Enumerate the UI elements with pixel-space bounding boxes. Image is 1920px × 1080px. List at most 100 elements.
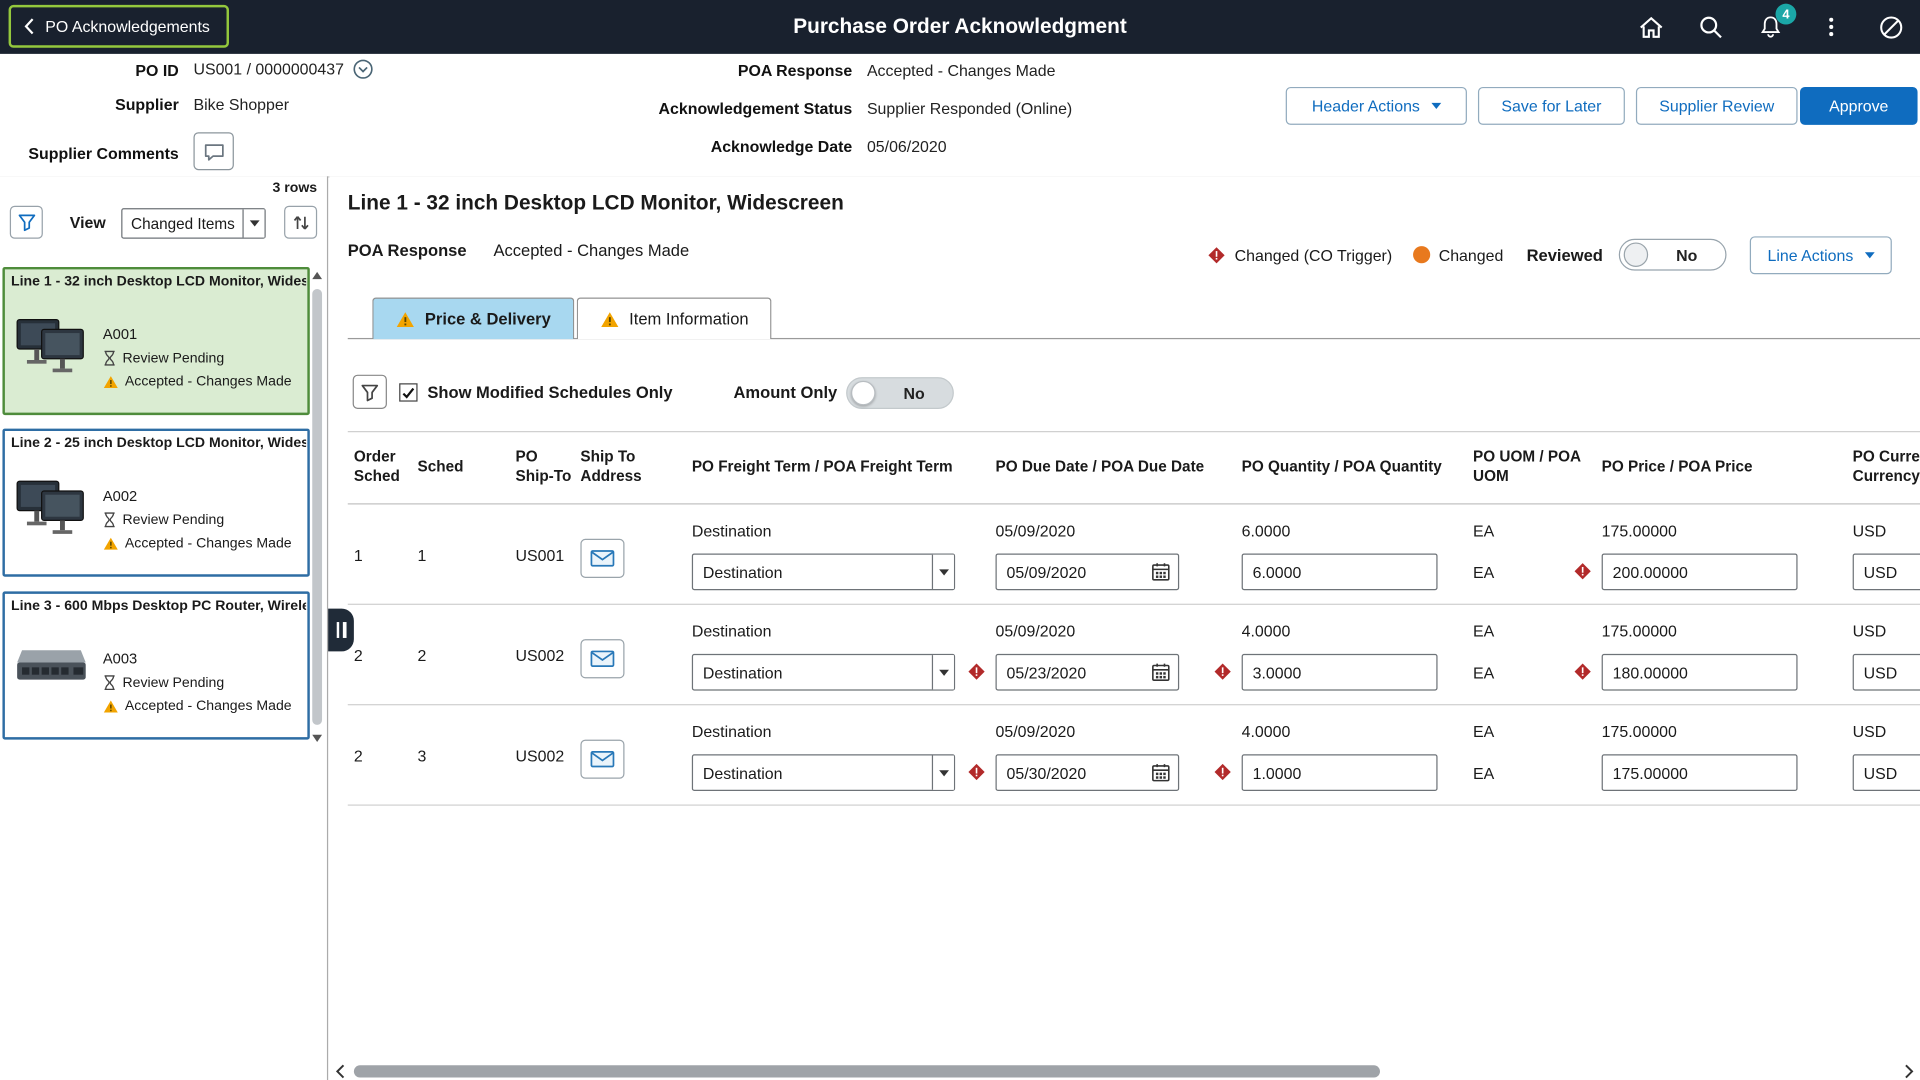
poa-price-input[interactable] bbox=[1602, 553, 1798, 590]
horizontal-scrollbar[interactable] bbox=[329, 1062, 1920, 1080]
reviewed-toggle-value: No bbox=[1648, 246, 1725, 264]
item-image-router bbox=[15, 638, 88, 704]
show-modified-checkbox[interactable] bbox=[399, 383, 417, 401]
scroll-down-arrow[interactable] bbox=[312, 735, 322, 742]
scroll-left-arrow[interactable] bbox=[332, 1063, 349, 1080]
search-icon[interactable] bbox=[1696, 12, 1725, 41]
chevron-down-icon bbox=[932, 555, 954, 589]
reviewed-toggle[interactable]: No bbox=[1619, 239, 1727, 271]
po-price-value: 175.00000 bbox=[1602, 522, 1677, 540]
changed-co-trigger-icon bbox=[1573, 562, 1591, 580]
amount-only-toggle[interactable]: No bbox=[846, 377, 954, 409]
mail-icon bbox=[590, 751, 614, 768]
sidebar-filter-button[interactable] bbox=[10, 206, 43, 239]
sched-value: 2 bbox=[418, 647, 427, 665]
line-item-title: Line 1 - 32 inch Desktop LCD Monitor, Wi… bbox=[11, 274, 306, 289]
col-price: PO Price / POA Price bbox=[1602, 432, 1847, 503]
line-poa-response-value: Accepted - Changes Made bbox=[493, 241, 689, 259]
po-quantity-value: 4.0000 bbox=[1242, 722, 1291, 740]
show-modified-label: Show Modified Schedules Only bbox=[427, 383, 672, 401]
notifications-icon[interactable]: 4 bbox=[1756, 12, 1785, 41]
poa-currency-select[interactable]: USD bbox=[1853, 553, 1920, 590]
poa-currency-select[interactable]: USD bbox=[1853, 654, 1920, 691]
po-ship-to-value: US001 bbox=[516, 546, 565, 564]
sidebar-collapse-handle[interactable] bbox=[328, 609, 354, 652]
header-actions-button[interactable]: Header Actions bbox=[1286, 87, 1467, 125]
approve-button[interactable]: Approve bbox=[1800, 87, 1918, 125]
poa-price-input[interactable] bbox=[1602, 754, 1798, 791]
po-quantity-value: 4.0000 bbox=[1242, 622, 1291, 640]
scrollbar-thumb[interactable] bbox=[354, 1065, 1380, 1077]
line-item-card-2[interactable]: Line 2 - 25 inch Desktop LCD Monitor, Wi… bbox=[2, 429, 309, 577]
comment-icon bbox=[203, 141, 225, 161]
poa-freight-term-select[interactable]: Destination bbox=[692, 754, 955, 791]
amount-only-label: Amount Only bbox=[733, 383, 837, 401]
back-button[interactable]: PO Acknowledgements bbox=[9, 5, 230, 48]
back-chevron-icon bbox=[23, 17, 34, 35]
tab-price-delivery[interactable]: Price & Delivery bbox=[372, 298, 574, 340]
poa-quantity-input[interactable] bbox=[1242, 654, 1438, 691]
line-item-card-1[interactable]: Line 1 - 32 inch Desktop LCD Monitor, Wi… bbox=[2, 267, 309, 415]
po-due-date-value: 05/09/2020 bbox=[996, 622, 1076, 640]
sidebar-scrollbar[interactable] bbox=[310, 267, 325, 747]
ship-to-address-button[interactable] bbox=[580, 539, 624, 578]
calendar-button[interactable] bbox=[1146, 658, 1175, 687]
col-due-date: PO Due Date / POA Due Date bbox=[996, 432, 1236, 503]
line-actions-button[interactable]: Line Actions bbox=[1750, 236, 1892, 274]
po-id-expand-icon[interactable] bbox=[353, 59, 374, 80]
scrollbar-thumb[interactable] bbox=[312, 289, 322, 725]
item-status-review: Review Pending bbox=[103, 350, 224, 366]
tab-item-information[interactable]: Item Information bbox=[577, 298, 772, 340]
poa-freight-term-select[interactable]: Destination bbox=[692, 553, 955, 590]
view-select[interactable]: Changed Items bbox=[121, 208, 265, 239]
calendar-button[interactable] bbox=[1146, 758, 1175, 787]
save-for-later-button[interactable]: Save for Later bbox=[1478, 87, 1625, 125]
ack-status-label: Acknowledgement Status bbox=[490, 99, 852, 117]
sched-value: 1 bbox=[418, 546, 427, 564]
scroll-up-arrow[interactable] bbox=[312, 272, 322, 279]
hourglass-icon bbox=[103, 675, 116, 691]
po-freight-term-value: Destination bbox=[692, 522, 772, 540]
supplier-review-button[interactable]: Supplier Review bbox=[1636, 87, 1798, 125]
schedule-row: 2 3 US002 Destination Destination 05/09/… bbox=[348, 705, 1920, 805]
poa-price-input[interactable] bbox=[1602, 654, 1798, 691]
topbar-actions: 4 bbox=[1636, 0, 1905, 54]
supplier-label: Supplier bbox=[20, 96, 179, 114]
poa-quantity-input[interactable] bbox=[1242, 754, 1438, 791]
ship-to-address-button[interactable] bbox=[580, 740, 624, 779]
poa-uom-value: EA bbox=[1473, 664, 1494, 682]
ship-to-address-button[interactable] bbox=[580, 639, 624, 678]
navbar-icon[interactable] bbox=[1876, 12, 1905, 41]
col-freight: PO Freight Term / POA Freight Term bbox=[692, 432, 986, 503]
po-due-date-value: 05/09/2020 bbox=[996, 722, 1076, 740]
scroll-right-arrow[interactable] bbox=[1900, 1063, 1917, 1080]
line-detail-panel: Line 1 - 32 inch Desktop LCD Monitor, Wi… bbox=[329, 176, 1920, 1080]
mail-icon bbox=[590, 650, 614, 667]
sched-value: 3 bbox=[418, 747, 427, 765]
po-uom-value: EA bbox=[1473, 522, 1494, 540]
order-sched-value: 2 bbox=[354, 747, 363, 765]
supplier-comments-button[interactable] bbox=[193, 132, 233, 170]
item-id: A002 bbox=[103, 487, 137, 504]
schedule-filter-button[interactable] bbox=[353, 375, 387, 409]
view-label: View bbox=[70, 213, 106, 231]
poa-response-label: POA Response bbox=[490, 61, 852, 79]
toggle-knob bbox=[851, 381, 875, 405]
poa-freight-term-select[interactable]: Destination bbox=[692, 654, 955, 691]
amount-only-toggle-value: No bbox=[876, 384, 953, 402]
sort-button[interactable] bbox=[284, 206, 317, 239]
home-icon[interactable] bbox=[1636, 12, 1665, 41]
poa-currency-select[interactable]: USD bbox=[1853, 754, 1920, 791]
poa-quantity-input[interactable] bbox=[1242, 553, 1438, 590]
col-ship-to-address: Ship To Address bbox=[580, 432, 678, 503]
chevron-down-icon bbox=[242, 209, 264, 237]
line-title: Line 1 - 32 inch Desktop LCD Monitor, Wi… bbox=[348, 191, 844, 215]
poa-uom-value: EA bbox=[1473, 563, 1494, 581]
po-id-label: PO ID bbox=[20, 61, 179, 79]
more-icon[interactable] bbox=[1816, 12, 1845, 41]
calendar-button[interactable] bbox=[1146, 557, 1175, 586]
line-item-card-3[interactable]: Line 3 - 600 Mbps Desktop PC Router, Wir… bbox=[2, 591, 309, 739]
po-id-value: US001 / 0000000437 bbox=[193, 60, 343, 78]
toggle-knob bbox=[1624, 242, 1648, 266]
po-currency-value: USD bbox=[1853, 722, 1887, 740]
